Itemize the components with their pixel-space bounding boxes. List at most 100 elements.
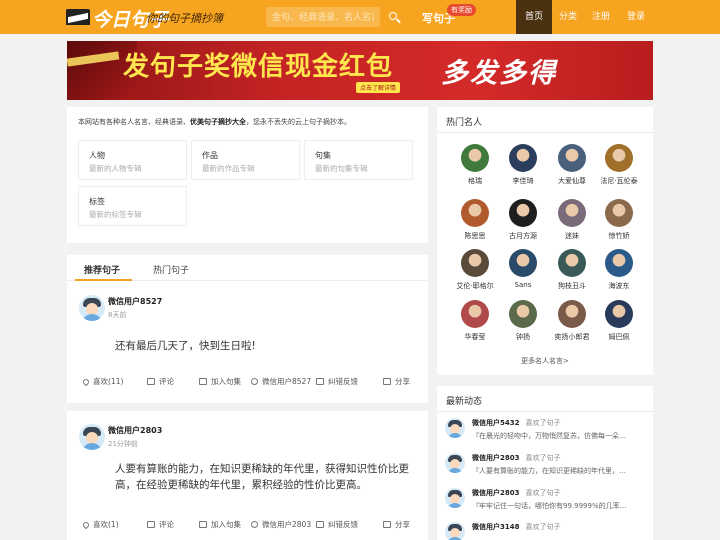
celebrity-avatar[interactable]	[509, 144, 537, 172]
celebrity-name[interactable]: 迷妹	[552, 231, 592, 241]
report-button[interactable]: 纠错反馈	[316, 376, 358, 387]
celebrity-name[interactable]: 大爱仙尊	[552, 176, 592, 186]
celebrity-item[interactable]: 格瑞	[455, 144, 495, 186]
user-avatar[interactable]	[445, 488, 465, 508]
celebrity-item[interactable]: 迷妹	[552, 199, 592, 241]
banner-details-button[interactable]: 点击了解详情	[356, 82, 401, 93]
celebrity-name[interactable]: 法尼·瓦伦泰	[599, 176, 639, 186]
post-time: 8天前	[108, 311, 127, 319]
celebrity-item[interactable]: 艾伦·耶格尔	[455, 249, 495, 291]
celebrity-name[interactable]: 李佳琦	[503, 176, 543, 186]
celebrity-avatar[interactable]	[558, 144, 586, 172]
celebrity-name[interactable]: 古月方源	[503, 231, 543, 241]
add-to-collection-button[interactable]: 加入句集	[199, 519, 241, 530]
celebrity-avatar[interactable]	[461, 144, 489, 172]
like-button[interactable]: 喜欢(1)	[81, 519, 119, 530]
like-button[interactable]: 喜欢(11)	[81, 376, 123, 387]
celebrity-name[interactable]: 格瑞	[455, 176, 495, 186]
search-input[interactable]	[266, 7, 380, 27]
banner-slogan: 多发多得	[441, 58, 557, 89]
nav-category[interactable]: 分类	[552, 0, 584, 34]
user-avatar[interactable]	[79, 295, 105, 321]
celebrity-avatar[interactable]	[558, 300, 586, 328]
activity-user[interactable]: 微信用户3148 喜欢了句子	[472, 522, 560, 532]
celebrity-item[interactable]: 大爱仙尊	[552, 144, 592, 186]
celebrity-name[interactable]: Sans	[503, 281, 543, 289]
celebrity-item[interactable]: 海波东	[599, 249, 639, 291]
celebrity-avatar[interactable]	[509, 300, 537, 328]
card-tags[interactable]: 标签 最新的标签专辑	[78, 186, 187, 226]
activity-text[interactable]: 『人要有算账的能力，在知识更稀缺的年代里，…	[472, 466, 632, 476]
nav-login[interactable]: 登录	[619, 0, 653, 34]
activity-text[interactable]: 『在晨光的轻吻中，万物悄然复苏，仿佛每一朵…	[472, 431, 632, 441]
celebrity-item[interactable]: 钟扬	[503, 300, 543, 342]
celebrity-name[interactable]: 艾伦·耶格尔	[455, 281, 495, 291]
celebrity-avatar[interactable]	[605, 199, 633, 227]
celebrity-item[interactable]: 奕扬小郎君	[552, 300, 592, 342]
activity-item[interactable]: 微信用户2803 喜欢了句子 『人要有算账的能力，在知识更稀缺的年代里，…	[445, 453, 649, 493]
celebrity-avatar[interactable]	[605, 300, 633, 328]
celebrity-item[interactable]: 惊竹娇	[599, 199, 639, 241]
celebrity-name[interactable]: 海波东	[599, 281, 639, 291]
post-username[interactable]: 微信用户8527	[108, 296, 162, 307]
celebrity-avatar[interactable]	[558, 199, 586, 227]
activity-item[interactable]: 微信用户5432 喜欢了句子 『在晨光的轻吻中，万物悄然复苏，仿佛每一朵…	[445, 418, 649, 458]
celebrity-item[interactable]: 狗枝丑斗	[552, 249, 592, 291]
share-button[interactable]: 分享	[383, 519, 410, 530]
card-collections[interactable]: 句集 最新的句集专辑	[304, 140, 413, 180]
celebrity-avatar[interactable]	[509, 249, 537, 277]
post-body[interactable]: 还有最后几天了，快到生日啦!	[115, 338, 415, 354]
celebrity-item[interactable]: 华春莹	[455, 300, 495, 342]
more-celebrities-link[interactable]: 更多名人名言>	[437, 356, 653, 366]
book-logo-icon[interactable]	[66, 5, 90, 27]
activity-user[interactable]: 微信用户2803 喜欢了句子	[472, 453, 560, 463]
activity-user[interactable]: 微信用户2803 喜欢了句子	[472, 488, 560, 498]
celebrity-name[interactable]: 奕扬小郎君	[552, 332, 592, 342]
celebrity-item[interactable]: Sans	[503, 249, 543, 289]
celebrity-avatar[interactable]	[461, 300, 489, 328]
celebrity-name[interactable]: 陈思思	[455, 231, 495, 241]
comment-button[interactable]: 评论	[147, 519, 174, 530]
user-avatar[interactable]	[445, 522, 465, 540]
add-to-collection-button[interactable]: 加入句集	[199, 376, 241, 387]
celebrity-name[interactable]: 钟扬	[503, 332, 543, 342]
celebrity-name[interactable]: 华春莹	[455, 332, 495, 342]
tab-recommended[interactable]: 推荐句子	[84, 263, 120, 276]
nav-register[interactable]: 注册	[585, 0, 617, 34]
celebrity-name[interactable]: 姆巴佩	[599, 332, 639, 342]
celebrity-item[interactable]: 姆巴佩	[599, 300, 639, 342]
celebrity-item[interactable]: 古月方源	[503, 199, 543, 241]
celebrity-item[interactable]: 李佳琦	[503, 144, 543, 186]
celebrity-avatar[interactable]	[605, 249, 633, 277]
user-avatar[interactable]	[445, 453, 465, 473]
comment-button[interactable]: 评论	[147, 376, 174, 387]
post-username[interactable]: 微信用户2803	[108, 425, 162, 436]
author-link[interactable]: 微信用户2803	[251, 519, 311, 530]
activity-user[interactable]: 微信用户5432 喜欢了句子	[472, 418, 560, 428]
report-button[interactable]: 纠错反馈	[316, 519, 358, 530]
user-avatar[interactable]	[79, 424, 105, 450]
celebrity-name[interactable]: 惊竹娇	[599, 231, 639, 241]
celebrity-avatar[interactable]	[461, 199, 489, 227]
celebrity-avatar[interactable]	[461, 249, 489, 277]
plus-box-icon	[199, 378, 207, 385]
celebrity-name[interactable]: 狗枝丑斗	[552, 281, 592, 291]
card-people[interactable]: 人物 最新的人物专辑	[78, 140, 187, 180]
card-works[interactable]: 作品 最新的作品专辑	[191, 140, 300, 180]
promo-banner[interactable]: 发句子奖微信现金红包 多发多得 点击了解详情	[67, 41, 653, 100]
author-link[interactable]: 微信用户8527	[251, 376, 311, 387]
celebrity-item[interactable]: 法尼·瓦伦泰	[599, 144, 639, 186]
search-icon[interactable]	[384, 7, 406, 27]
plus-box-icon	[199, 521, 207, 528]
user-avatar[interactable]	[445, 418, 465, 438]
post-body[interactable]: 人要有算账的能力，在知识更稀缺的年代里，获得知识性价比更高，在经验更稀缺的年代里…	[115, 461, 415, 493]
celebrity-avatar[interactable]	[605, 144, 633, 172]
activity-text[interactable]: 『牢牢记住一句话，哪怕你有99.9999%的几率成…	[472, 501, 632, 511]
share-button[interactable]: 分享	[383, 376, 410, 387]
activity-item[interactable]: 微信用户3148 喜欢了句子	[445, 522, 649, 540]
celebrity-avatar[interactable]	[509, 199, 537, 227]
tab-hot[interactable]: 热门句子	[153, 263, 189, 276]
nav-home[interactable]: 首页	[516, 0, 552, 34]
celebrity-item[interactable]: 陈思思	[455, 199, 495, 241]
celebrity-avatar[interactable]	[558, 249, 586, 277]
